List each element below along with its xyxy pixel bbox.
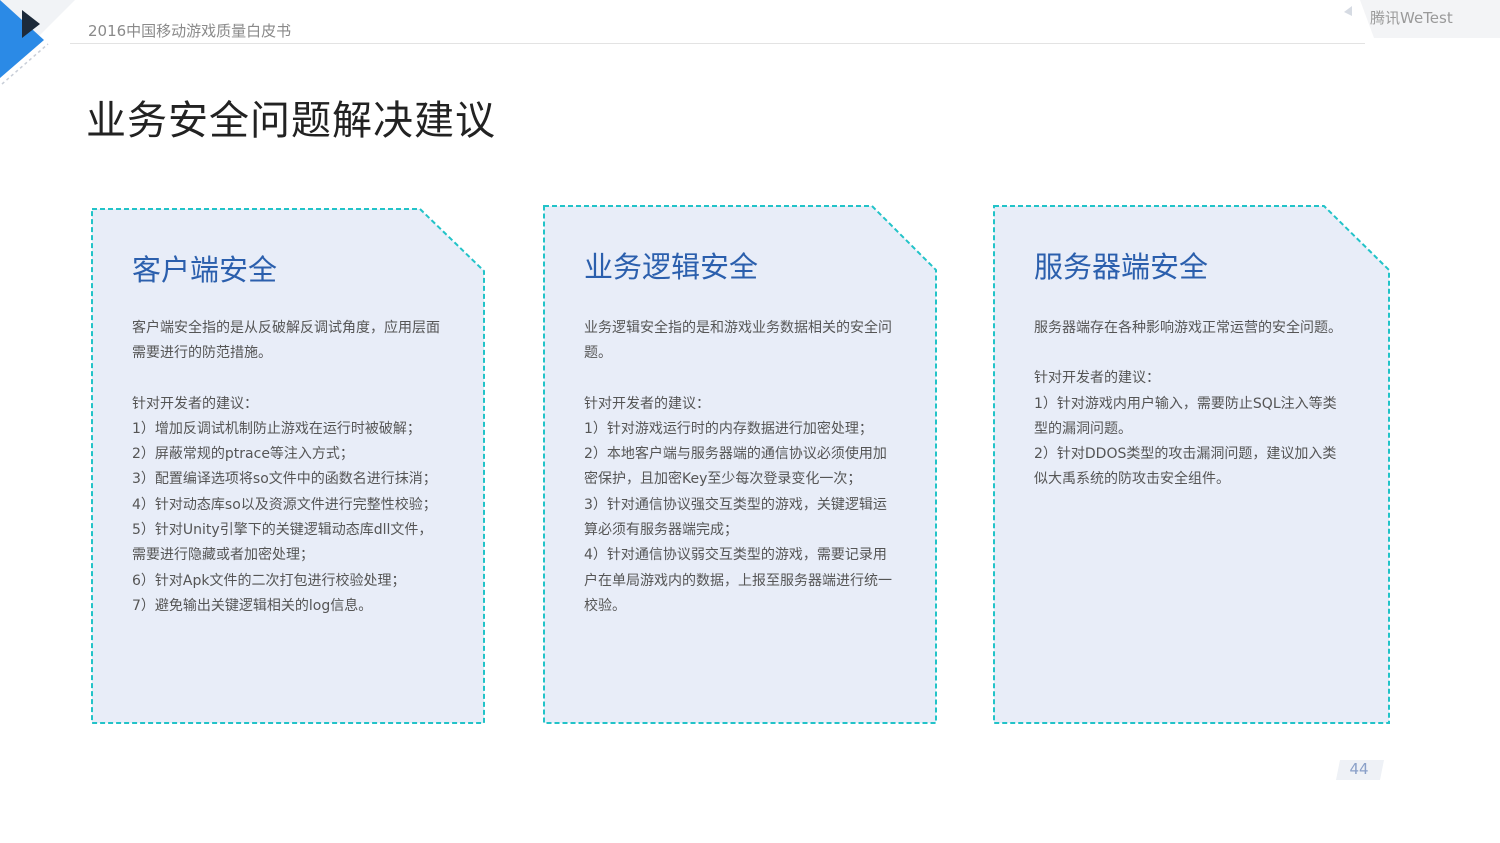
advice-line: 2）屏蔽常规的ptrace等注入方式；	[132, 446, 354, 463]
advice-line: 4）针对动态库so以及资源文件进行完整性校验；	[132, 496, 437, 513]
advice-line: 2）针对DDOS类型的攻击漏洞问题，建议加入类	[1034, 446, 1337, 463]
card-body: 服务器端存在各种影响游戏正常运营的安全问题。 针对开发者的建议： 1）针对游戏内…	[1034, 316, 1352, 493]
document-title: 2016中国移动游戏质量白皮书	[88, 22, 292, 40]
card-intro-line: 题。	[584, 345, 612, 362]
card-intro-line: 客户端安全指的是从反破解反调试角度，应用层面	[132, 320, 440, 336]
advice-line: 1）增加反调试机制防止游戏在运行时被破解；	[132, 420, 421, 437]
advice-line: 7）避免输出关键逻辑相关的log信息。	[132, 597, 373, 614]
card-body: 业务逻辑安全指的是和游戏业务数据相关的安全问 题。 针对开发者的建议： 1）针对…	[584, 316, 902, 619]
advice-label: 针对开发者的建议：	[584, 395, 710, 412]
card-title: 服务器端安全	[1034, 250, 1209, 284]
advice-label: 针对开发者的建议：	[1034, 370, 1160, 387]
advice-line: 1）针对游戏运行时的内存数据进行加密处理；	[584, 420, 873, 437]
advice-line: 算必须有服务器端完成；	[584, 522, 738, 539]
card-body: 客户端安全指的是从反破解反调试角度，应用层面 需要进行的防范措施。 针对开发者的…	[132, 316, 450, 619]
page-title: 业务安全问题解决建议	[86, 98, 496, 144]
advice-line: 3）针对通信协议强交互类型的游戏，关键逻辑运	[584, 496, 887, 513]
card-server-security: 服务器端安全 服务器端存在各种影响游戏正常运营的安全问题。 针对开发者的建议： …	[992, 204, 1390, 724]
advice-line: 需要进行隐藏或者加密处理；	[132, 547, 314, 564]
advice-label: 针对开发者的建议：	[132, 395, 258, 412]
advice-line: 1）针对游戏内用户输入，需要防止SQL注入等类	[1034, 395, 1337, 412]
advice-line: 型的漏洞问题。	[1034, 420, 1132, 437]
header-divider	[70, 43, 1365, 44]
advice-line: 校验。	[584, 597, 626, 614]
card-intro-line: 服务器端存在各种影响游戏正常运营的安全问题。	[1034, 320, 1342, 336]
advice-line: 2）本地客户端与服务器端的通信协议必须使用加	[584, 446, 887, 463]
advice-line: 似大禹系统的防攻击安全组件。	[1034, 471, 1230, 488]
card-title: 客户端安全	[132, 253, 278, 287]
advice-line: 户在单局游戏内的数据，上报至服务器端进行统一	[584, 572, 892, 589]
advice-line: 4）针对通信协议弱交互类型的游戏，需要记录用	[584, 547, 887, 564]
advice-line: 密保护，且加密Key至少每次登录变化一次；	[584, 471, 862, 488]
advice-line: 3）配置编译选项将so文件中的函数名进行抹消；	[132, 471, 437, 488]
card-intro-line: 业务逻辑安全指的是和游戏业务数据相关的安全问	[584, 320, 892, 336]
card-client-security: 客户端安全 客户端安全指的是从反破解反调试角度，应用层面 需要进行的防范措施。 …	[90, 207, 486, 725]
card-business-logic-security: 业务逻辑安全 业务逻辑安全指的是和游戏业务数据相关的安全问 题。 针对开发者的建…	[542, 204, 938, 724]
corner-accent-icon	[0, 0, 75, 85]
advice-line: 5）针对Unity引擎下的关键逻辑动态库dll文件，	[132, 522, 433, 539]
brand-label: 腾讯WeTest	[1370, 9, 1453, 27]
page-number: 44	[1349, 760, 1369, 778]
brand-tab: 腾讯WeTest	[1330, 0, 1500, 38]
card-title: 业务逻辑安全	[584, 250, 759, 284]
page-number-badge: 44	[1336, 758, 1386, 782]
card-intro-line: 需要进行的防范措施。	[132, 345, 272, 362]
advice-line: 6）针对Apk文件的二次打包进行校验处理；	[132, 572, 406, 589]
